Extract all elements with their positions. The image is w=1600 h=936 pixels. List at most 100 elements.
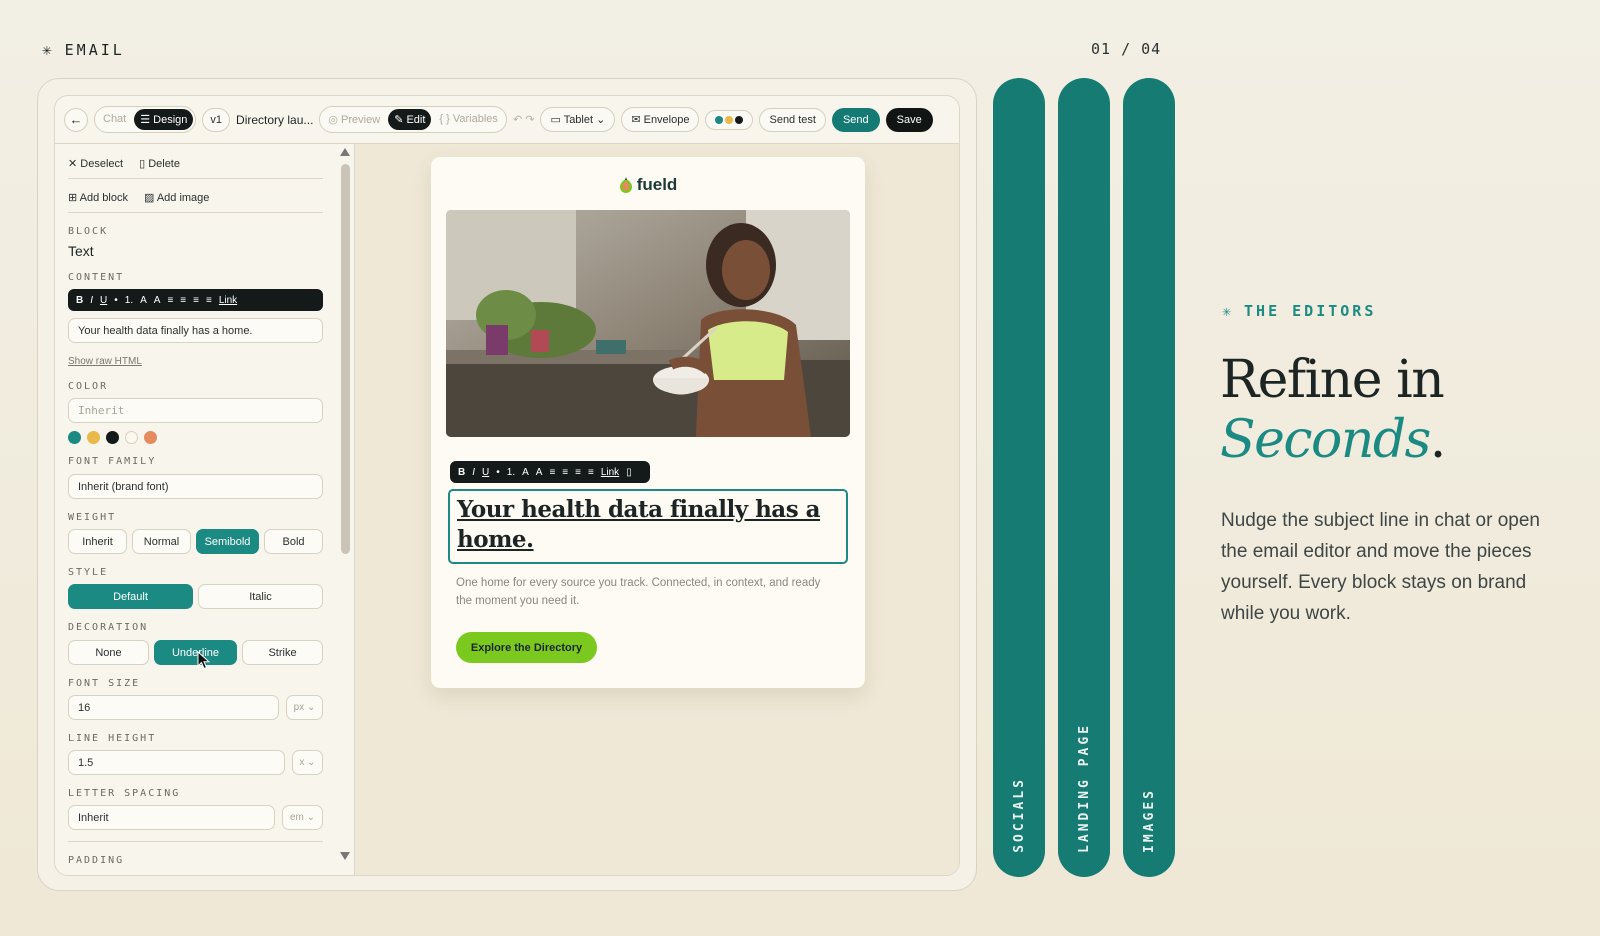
mode-design-button[interactable]: ☰ Design: [134, 109, 194, 130]
color-input[interactable]: Inherit: [68, 398, 323, 423]
tab-images[interactable]: IMAGES: [1123, 78, 1175, 877]
align-center-button[interactable]: ≡: [180, 295, 186, 306]
insert-actions: ⊞ Add block ▨ Add image: [68, 191, 209, 204]
line-height-label: LINE HEIGHT: [68, 733, 157, 744]
italic-button[interactable]: I: [90, 295, 93, 306]
color-swatches: [68, 431, 157, 444]
link-button[interactable]: Link: [219, 295, 237, 306]
weight-inherit-button[interactable]: Inherit: [68, 529, 127, 554]
align-justify-button[interactable]: ≡: [206, 295, 212, 306]
show-raw-html-link[interactable]: Show raw HTML: [68, 356, 142, 367]
numbered-list-button[interactable]: 1.: [507, 467, 515, 478]
line-height-input[interactable]: 1.5: [68, 750, 285, 775]
bold-button[interactable]: B: [458, 467, 465, 478]
text-color-button[interactable]: A: [522, 467, 529, 478]
align-justify-button[interactable]: ≡: [588, 467, 594, 478]
asterisk-icon: ✳: [1222, 302, 1235, 320]
swatch-teal-icon: [715, 115, 724, 124]
link-button[interactable]: Link: [601, 467, 619, 478]
document-title[interactable]: Directory lau...: [236, 113, 313, 127]
style-default-button[interactable]: Default: [68, 584, 193, 609]
email-headline[interactable]: Your health data finally has a home.: [457, 495, 839, 555]
view-variables-button[interactable]: { } Variables: [433, 109, 504, 130]
selected-text-block[interactable]: Your health data finally has a home.: [448, 489, 848, 564]
content-label: CONTENT: [68, 272, 125, 283]
decoration-strike-button[interactable]: Strike: [242, 640, 323, 665]
add-block-button[interactable]: ⊞ Add block: [68, 191, 128, 204]
divider: [68, 212, 323, 213]
align-left-button[interactable]: ≡: [549, 467, 555, 478]
align-right-button[interactable]: ≡: [193, 295, 199, 306]
device-select[interactable]: ▭ Tablet ⌄: [540, 107, 616, 132]
theme-swatches-button[interactable]: [705, 109, 754, 130]
underline-button[interactable]: U: [100, 295, 107, 306]
properties-panel: ✕ Deselect ▯ Delete ⊞ Add block ▨ Add im…: [55, 144, 355, 875]
delete-button[interactable]: ▯ Delete: [139, 157, 180, 170]
email-body-text[interactable]: One home for every source you track. Con…: [456, 574, 836, 610]
send-test-button[interactable]: Send test: [759, 107, 826, 132]
decoration-underline-button[interactable]: Underline: [154, 640, 237, 665]
add-image-button[interactable]: ▨ Add image: [144, 191, 209, 204]
deselect-button[interactable]: ✕ Deselect: [68, 157, 123, 170]
tab-socials[interactable]: SOCIALS: [993, 78, 1045, 877]
mode-chat-button[interactable]: Chat: [97, 109, 132, 130]
email-preview: fueld B I U • 1. A A ≡ ≡ ≡ ≡ Link ▯ Your…: [431, 157, 865, 688]
content-input[interactable]: Your health data finally has a home.: [68, 318, 323, 343]
scroll-thumb[interactable]: [341, 164, 350, 554]
underline-button[interactable]: U: [482, 467, 489, 478]
swatch-black[interactable]: [106, 431, 119, 444]
version-badge[interactable]: v1: [202, 107, 231, 132]
panel-scrollbar[interactable]: [339, 148, 351, 868]
weight-semibold-button[interactable]: Semibold: [196, 529, 259, 554]
tab-landing-page[interactable]: LANDING PAGE: [1058, 78, 1110, 877]
view-edit-button[interactable]: ✎ Edit: [388, 109, 432, 130]
asterisk-icon: ✳: [42, 40, 55, 59]
back-button[interactable]: ←: [64, 107, 88, 132]
editor-window: ← Chat ☰ Design v1 Directory lau... ◎ Pr…: [54, 95, 960, 876]
decoration-label: DECORATION: [68, 622, 149, 633]
highlight-button[interactable]: A: [154, 295, 161, 306]
save-button[interactable]: Save: [885, 107, 933, 132]
font-size-input[interactable]: 16: [68, 695, 279, 720]
font-family-select[interactable]: Inherit (brand font): [68, 474, 323, 499]
swatch-teal[interactable]: [68, 431, 81, 444]
undo-redo-icons[interactable]: ↶ ↷: [513, 113, 535, 126]
block-label: BLOCK: [68, 226, 109, 237]
scroll-down-icon[interactable]: [340, 852, 350, 860]
text-color-button[interactable]: A: [140, 295, 147, 306]
block-value: Text: [68, 243, 94, 259]
view-preview-button[interactable]: ◎ Preview: [322, 109, 386, 130]
line-height-unit-select[interactable]: x ⌄: [292, 750, 323, 775]
style-label: STYLE: [68, 567, 109, 578]
hero-image[interactable]: [446, 210, 850, 437]
italic-button[interactable]: I: [472, 467, 475, 478]
bullet-list-button[interactable]: •: [114, 295, 118, 306]
swatch-yellow[interactable]: [87, 431, 100, 444]
editor-toolbar: ← Chat ☰ Design v1 Directory lau... ◎ Pr…: [55, 96, 959, 144]
envelope-button[interactable]: ✉ Envelope: [621, 107, 700, 132]
trash-icon[interactable]: ▯: [626, 467, 632, 478]
scroll-up-icon[interactable]: [340, 148, 350, 156]
align-right-button[interactable]: ≡: [575, 467, 581, 478]
hero-title: Refine in Seconds.: [1220, 350, 1446, 470]
weight-bold-button[interactable]: Bold: [264, 529, 323, 554]
swatch-black-icon: [735, 115, 744, 124]
align-center-button[interactable]: ≡: [562, 467, 568, 478]
weight-normal-button[interactable]: Normal: [132, 529, 191, 554]
explore-directory-button[interactable]: Explore the Directory: [456, 632, 597, 663]
font-size-unit-select[interactable]: px ⌄: [286, 695, 323, 720]
swatch-white[interactable]: [125, 431, 138, 444]
bold-button[interactable]: B: [76, 295, 83, 306]
letter-spacing-input[interactable]: Inherit: [68, 805, 275, 830]
woman-eating-photo: [446, 210, 850, 437]
bullet-list-button[interactable]: •: [496, 467, 500, 478]
numbered-list-button[interactable]: 1.: [125, 295, 133, 306]
style-italic-button[interactable]: Italic: [198, 584, 323, 609]
view-switch: ◎ Preview ✎ Edit { } Variables: [319, 106, 507, 133]
decoration-none-button[interactable]: None: [68, 640, 149, 665]
align-left-button[interactable]: ≡: [167, 295, 173, 306]
swatch-orange[interactable]: [144, 431, 157, 444]
send-button[interactable]: Send: [831, 107, 880, 132]
highlight-button[interactable]: A: [536, 467, 543, 478]
letter-spacing-unit-select[interactable]: em ⌄: [282, 805, 323, 830]
